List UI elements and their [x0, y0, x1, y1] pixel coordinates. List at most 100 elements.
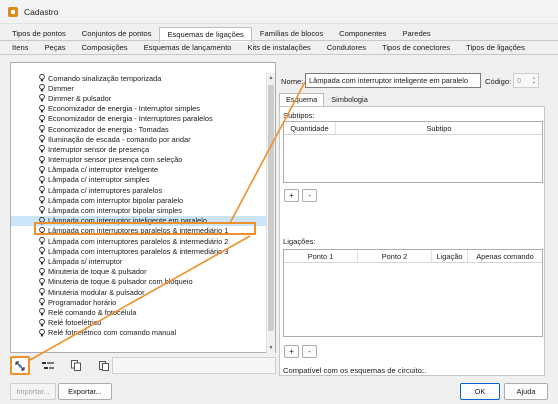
tab-esquema[interactable]: Esquema — [279, 93, 325, 106]
list-item[interactable]: Lâmpada com interruptores paralelos & in… — [11, 236, 267, 246]
copy-button[interactable] — [66, 356, 86, 375]
list-item[interactable]: Lâmpada com interruptor bipolar simples — [11, 205, 267, 215]
tab-esquemas-de-lancamento[interactable]: Esquemas de lançamento — [136, 40, 240, 55]
list-item-label: Interruptor sensor presença com seleção — [48, 155, 183, 165]
ligacoes-header: Ponto 1 Ponto 2 Ligação Apenas comando — [284, 250, 542, 263]
subtipos-grid[interactable]: Quantidade Subtipo — [283, 121, 543, 183]
list-item-label: Lâmpada s/ interruptor — [48, 256, 123, 266]
subtipos-add-button[interactable]: + — [284, 189, 299, 202]
tab-pecas[interactable]: Peças — [36, 40, 73, 55]
col-ponto-2[interactable]: Ponto 2 — [358, 250, 432, 262]
lightbulb-icon — [39, 124, 45, 133]
lightbulb-icon — [39, 165, 45, 174]
lightbulb-icon — [39, 94, 45, 102]
help-button[interactable]: Ajuda — [504, 383, 548, 400]
col-ponto-1[interactable]: Ponto 1 — [284, 250, 358, 262]
tab-itens[interactable]: Itens — [4, 40, 36, 55]
list-item[interactable]: Relé comando & fotocélula — [11, 307, 267, 317]
list-item[interactable]: Lâmpada c/ interruptor inteligente — [11, 165, 267, 175]
list-item[interactable]: Lâmpada com interruptores paralelos & in… — [11, 246, 267, 256]
scroll-up-icon[interactable]: ▲ — [268, 74, 274, 82]
list-item[interactable]: Iluminação de escada - comando por andar — [11, 134, 267, 144]
lightbulb-icon — [39, 287, 45, 296]
list-item[interactable]: Dimmer — [11, 83, 267, 93]
inner-tab-bar: Esquema Simbologia — [279, 93, 375, 106]
export-button[interactable]: Exportar... — [58, 383, 112, 400]
lightbulb-icon — [39, 104, 45, 112]
list-item[interactable]: Lâmpada s/ interruptor — [11, 256, 267, 266]
ok-button[interactable]: OK — [460, 383, 500, 400]
lightbulb-icon — [39, 247, 45, 255]
list-item[interactable]: Lâmpada com interruptor bipolar paralelo — [11, 195, 267, 205]
ligacoes-add-button[interactable]: + — [284, 345, 299, 358]
scroll-thumb[interactable] — [268, 85, 274, 331]
list-item[interactable]: Interruptor sensor de presença — [11, 144, 267, 154]
list-item[interactable]: Dimmer & pulsador — [11, 93, 267, 103]
import-button[interactable]: Importar... — [10, 383, 56, 400]
list-item[interactable]: Relé fotoelétrico com comando manual — [11, 328, 267, 338]
list-item[interactable]: Economizador de energia - Tomadas — [11, 124, 267, 134]
ligacoes-grid[interactable]: Ponto 1 Ponto 2 Ligação Apenas comando — [283, 249, 543, 337]
lightbulb-icon — [39, 257, 45, 265]
list-item[interactable]: Lâmpada c/ interruptores paralelos — [11, 185, 267, 195]
list-item-label: Interruptor sensor de presença — [48, 144, 150, 154]
col-ligacao[interactable]: Ligação — [432, 250, 468, 262]
list-item-label: Dimmer & pulsador — [48, 93, 112, 103]
tab-componentes[interactable]: Componentes — [331, 26, 394, 41]
col-subtipo[interactable]: Subtipo — [336, 122, 542, 134]
list-item[interactable]: Minuteria de toque & pulsador — [11, 267, 267, 277]
list-item[interactable]: Lâmpada c/ interruptor simples — [11, 175, 267, 185]
name-label: Nome: — [281, 77, 304, 86]
tab-kits-de-instalacoes[interactable]: Kits de instalações — [239, 40, 318, 55]
list-item[interactable]: Minuteria de toque & pulsador com bloque… — [11, 277, 267, 287]
tab-familias-de-blocos[interactable]: Famílias de blocos — [252, 26, 331, 41]
tab-tipos-de-pontos[interactable]: Tipos de pontos — [4, 26, 74, 41]
paste-icon — [99, 361, 109, 371]
spin-arrows-icon[interactable]: ▲ ▼ — [531, 75, 537, 86]
list-item-label: Iluminação de escada - comando por andar — [48, 134, 191, 144]
lightbulb-icon — [39, 84, 45, 92]
list-item-label: Dimmer — [48, 83, 74, 93]
list-item-label: Lâmpada c/ interruptor simples — [48, 175, 150, 185]
ligacoes-remove-button[interactable]: - — [302, 345, 317, 358]
scroll-down-icon[interactable]: ▼ — [268, 344, 274, 352]
col-quantidade[interactable]: Quantidade — [284, 122, 336, 134]
schema-list[interactable]: Comando sinalização temporizada Dimmer Dim… — [11, 73, 267, 338]
list-item-label: Lâmpada c/ interruptores paralelos — [48, 185, 163, 195]
app-icon — [8, 6, 18, 17]
list-item[interactable]: Minuteria modular & pulsador — [11, 287, 267, 297]
schema-list-panel[interactable]: Comando sinalização temporizada Dimmer Dim… — [10, 62, 276, 353]
lightbulb-icon — [39, 298, 45, 306]
tab-paredes[interactable]: Paredes — [394, 26, 438, 41]
list-item[interactable]: Interruptor sensor presença com seleção — [11, 155, 267, 165]
compat-label: Compatível com os esquemas de circuito: — [283, 366, 424, 375]
sub-tab-divider — [0, 54, 558, 55]
tab-condutores[interactable]: Condutores — [319, 40, 374, 55]
tab-tipos-de-ligacoes[interactable]: Tipos de ligações — [458, 40, 533, 55]
list-item[interactable]: Economizador de energia - Interruptor si… — [11, 104, 267, 114]
selection-highlight-box — [34, 222, 256, 235]
lightbulb-icon — [39, 267, 45, 275]
list-item-label: Lâmpada com interruptor bipolar simples — [48, 206, 182, 216]
tree-button[interactable] — [38, 356, 58, 375]
tab-simbologia[interactable]: Simbologia — [324, 93, 375, 106]
compat-value[interactable]: ... — [420, 366, 426, 375]
subtipos-remove-button[interactable]: - — [302, 189, 317, 202]
name-input[interactable]: Lâmpada com interruptor inteligente em p… — [305, 73, 481, 88]
code-input[interactable]: 0 ▲ ▼ — [513, 73, 539, 88]
list-item[interactable]: Relé fotoelétrico — [11, 318, 267, 328]
col-apenas-comando[interactable]: Apenas comando — [468, 250, 542, 262]
lightbulb-icon — [39, 237, 45, 245]
list-item[interactable]: Economizador de energia - Interruptores … — [11, 114, 267, 124]
tab-tipos-de-conectores[interactable]: Tipos de conectores — [374, 40, 458, 55]
list-item-label: Economizador de energia - Interruptores … — [48, 114, 213, 124]
lightbulb-icon — [39, 318, 45, 326]
list-scrollbar[interactable]: ▲ ▼ — [266, 73, 275, 353]
hierarchy-button[interactable] — [10, 356, 30, 375]
tab-conjuntos-de-pontos[interactable]: Conjuntos de pontos — [74, 26, 160, 41]
list-item[interactable]: Programador horário — [11, 297, 267, 307]
list-item[interactable]: Comando sinalização temporizada — [11, 73, 267, 83]
tab-composicoes[interactable]: Composições — [74, 40, 136, 55]
lightbulb-icon — [39, 186, 45, 194]
paste-button[interactable] — [94, 356, 114, 375]
